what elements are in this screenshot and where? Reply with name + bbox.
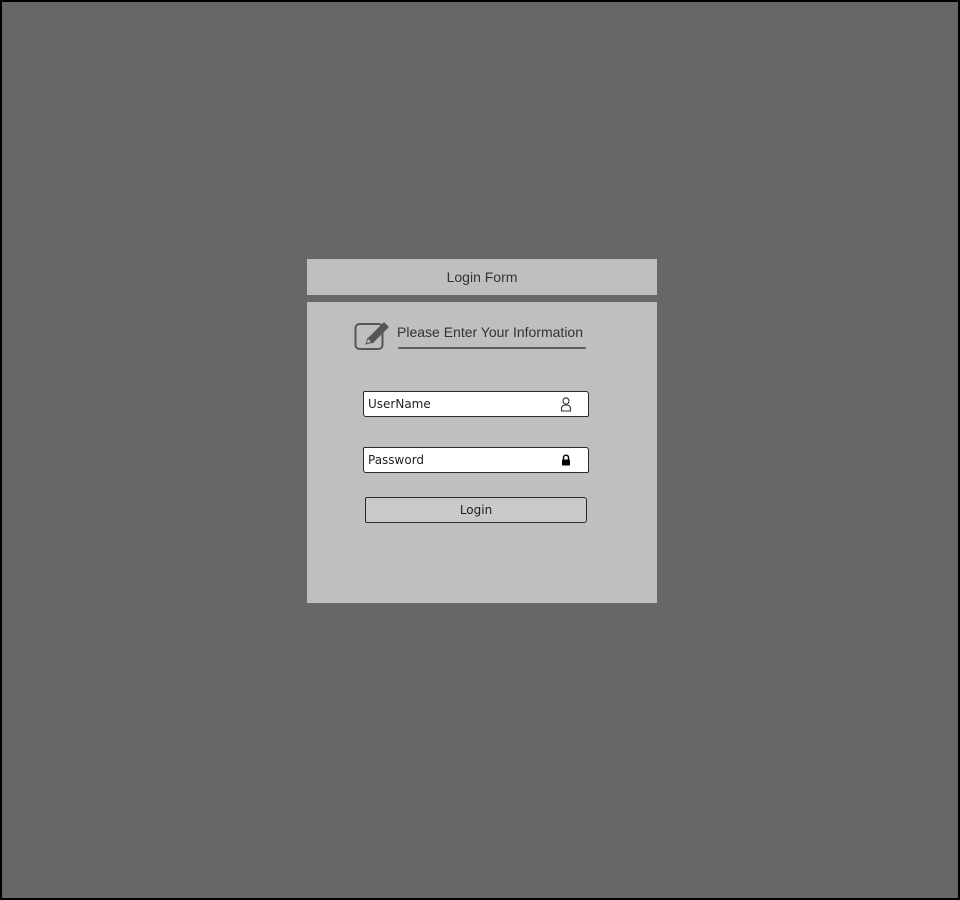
- username-input[interactable]: UserName: [363, 391, 589, 417]
- edit-icon: [354, 322, 389, 350]
- password-input[interactable]: Password: [363, 447, 589, 473]
- password-placeholder: Password: [368, 453, 425, 467]
- login-panel: Please Enter Your Information UserName P…: [307, 302, 657, 603]
- form-header: Login Form: [307, 259, 657, 295]
- lock-icon: [560, 453, 572, 467]
- canvas: Login Form Please Enter Your Information…: [0, 0, 960, 900]
- instruction-underline: [398, 347, 586, 349]
- login-button-label: Login: [459, 503, 493, 517]
- user-icon: [560, 396, 572, 412]
- login-button[interactable]: Login: [365, 497, 587, 523]
- form-instruction: Please Enter Your Information: [397, 324, 584, 340]
- username-placeholder: UserName: [368, 397, 431, 411]
- form-title: Login Form: [446, 269, 518, 285]
